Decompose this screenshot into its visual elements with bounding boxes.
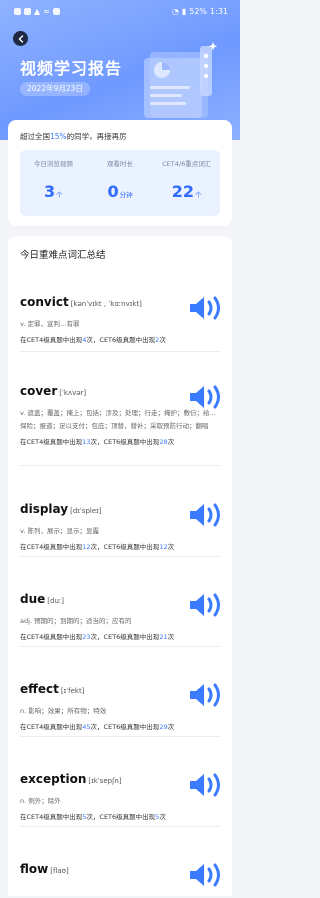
battery-icon: ▮ [181, 7, 187, 16]
word-item-display: display [dɪˈspleɪ] v. 陈列，展示；显示；显露 在CET4级真… [20, 498, 220, 557]
speaker-icon[interactable] [188, 861, 224, 889]
word-item-flow: flow [flaʊ] [20, 858, 220, 898]
stat-videos: 今日浏览视频 3个 [33, 160, 73, 201]
speaker-icon[interactable] [188, 294, 224, 322]
word-summary-card: 今日重难点词汇总结 convict [kənˈvɪkt , ˈkɑːnvɪkt] … [8, 236, 232, 896]
speaker-icon[interactable] [188, 383, 224, 411]
ranking-percentage: 15% [50, 132, 67, 141]
stat-watch-time: 观看时长 0分钟 [107, 160, 133, 201]
stats-panel: 今日浏览视频 3个 观看时长 0分钟 CET4/6重点词汇 22个 [20, 150, 220, 216]
word-item-due: due [duː] adj. 预期的；到期的；适当的；应有的 在CET4级真题中出… [20, 588, 220, 647]
chevron-left-icon [18, 34, 23, 43]
app-notification-icon [52, 8, 60, 15]
app-notification-icon [24, 8, 31, 15]
app-notification-icon [14, 8, 21, 15]
section-title: 今日重难点词汇总结 [20, 250, 106, 261]
alarm-icon: ◔ [171, 7, 179, 16]
report-date: 2022年9月23日 [20, 82, 90, 96]
battery-level: 52% [189, 7, 208, 16]
word-item-effect: effect [ɪˈfekt] n. 影响；效果；所有物；特效 在CET4级真题中… [20, 678, 220, 737]
report-illustration-icon [144, 42, 218, 118]
study-summary-card: 超过全国15%的同学，再接再厉 今日浏览视频 3个 观看时长 0分钟 CET4/… [8, 120, 232, 226]
status-bar: ▲ ≈ ◔ ▮ 52% 1:31 [0, 0, 240, 24]
ranking-text: 超过全国15%的同学，再接再厉 [20, 132, 127, 141]
speaker-icon[interactable] [188, 681, 224, 709]
speaker-icon[interactable] [188, 591, 224, 619]
speaker-icon[interactable] [188, 501, 224, 529]
word-item-convict: convict [kənˈvɪkt , ˈkɑːnvɪkt] v. 定罪，宣判…有… [20, 291, 220, 352]
back-button[interactable] [13, 31, 28, 46]
signal-icon: ▲ [34, 7, 41, 16]
word-item-exception: exception [ɪkˈsepʃn] n. 例外；除外 在CET4级真题中出现… [20, 768, 220, 827]
clock-time: 1:31 [210, 7, 228, 16]
page-title: 视频学习报告 [20, 59, 123, 78]
wifi-icon: ≈ [43, 7, 50, 16]
speaker-icon[interactable] [188, 771, 224, 799]
word-item-cover: cover [ˈkʌvər] v. 遮盖；覆盖；掩上；包括；涉及；处理；行走；掩护… [20, 380, 220, 466]
stat-key-words: CET4/6重点词汇 22个 [162, 160, 212, 201]
